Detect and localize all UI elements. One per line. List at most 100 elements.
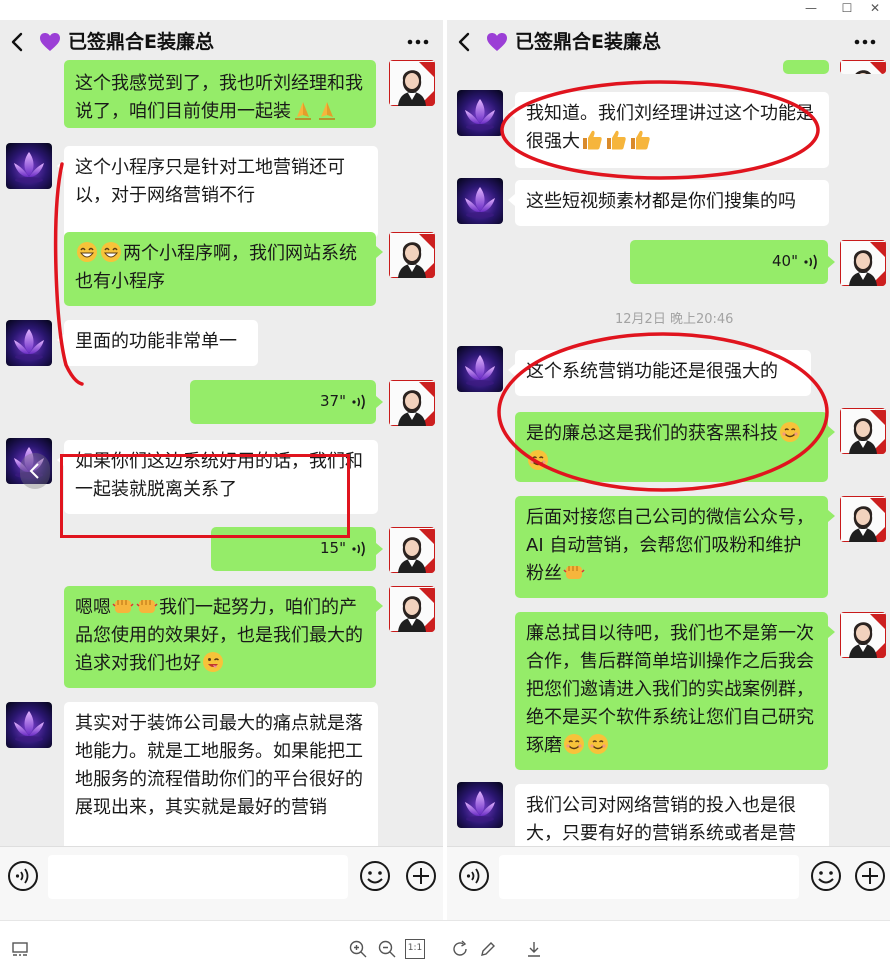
avatar-self[interactable] bbox=[840, 612, 886, 658]
thumbs-up-emoji-icon bbox=[583, 130, 602, 150]
emoji-icon[interactable] bbox=[358, 859, 392, 893]
message-text: 如果你们这边系统好用的话，我们和一起装就脱离关系了 bbox=[75, 451, 363, 500]
smile-emoji-icon bbox=[779, 421, 801, 443]
message-bubble-incoming: 如果你们这边系统好用的话，我们和一起装就脱离关系了 bbox=[57, 440, 378, 514]
message-bubble-outgoing: 这个我感觉到了，我也听刘经理和我说了，咱们目前使用一起装 bbox=[64, 60, 376, 128]
avatar-self[interactable] bbox=[840, 240, 886, 286]
more-icon[interactable] bbox=[407, 32, 429, 52]
thumbnail-icon[interactable] bbox=[10, 939, 30, 959]
avatar-self[interactable] bbox=[389, 527, 435, 573]
message-text: 是的廉总这是我们的获客黑科技 bbox=[526, 423, 778, 444]
window-title-bar: — ☐ ✕ bbox=[0, 0, 890, 20]
avatar-contact[interactable] bbox=[6, 320, 52, 366]
maximize-button[interactable]: ☐ bbox=[832, 0, 862, 18]
voice-wave-icon bbox=[352, 541, 365, 557]
pray-emoji-icon bbox=[318, 101, 336, 120]
message-text: 这些短视频素材都是你们搜集的吗 bbox=[526, 191, 796, 212]
grin-emoji-icon bbox=[100, 241, 122, 263]
chat-title: 已签鼎合E装廉总 bbox=[68, 31, 214, 53]
edit-icon[interactable] bbox=[478, 939, 498, 959]
message-text: 这个系统营销功能还是很强大的 bbox=[526, 361, 778, 382]
image-viewer-toolbar: 1:1 bbox=[0, 920, 890, 971]
message-bubble-outgoing: 两个小程序啊，我们网站系统也有小程序 bbox=[64, 232, 383, 306]
message-text: 这个小程序只是针对工地营销还可以，对于网络营销不行 bbox=[75, 157, 345, 206]
fist-emoji-icon bbox=[112, 599, 134, 614]
voice-input-icon[interactable] bbox=[6, 859, 40, 893]
avatar-contact[interactable] bbox=[6, 143, 52, 189]
smile-emoji-icon bbox=[587, 733, 609, 755]
minimize-button[interactable]: — bbox=[796, 0, 826, 18]
message-input[interactable] bbox=[48, 855, 348, 899]
message-bubble-outgoing: 是的廉总这是我们的获客黑科技 bbox=[515, 412, 835, 482]
emoji-icon[interactable] bbox=[809, 859, 843, 893]
actual-size-button[interactable]: 1:1 bbox=[405, 939, 425, 959]
voice-duration: 15" bbox=[320, 539, 346, 557]
message-text: 我们公司对网络营销的投入也是很大，只要有好的营销系统或者是营 bbox=[526, 795, 796, 844]
zoom-in-icon[interactable] bbox=[348, 939, 368, 959]
voice-message[interactable]: 37" bbox=[190, 380, 383, 424]
rotate-icon[interactable] bbox=[450, 939, 470, 959]
message-bubble-outgoing bbox=[783, 60, 829, 74]
message-text: 其实对于装饰公司最大的痛点就是落地能力。就是工地服务。如果能把工地服务的流程借助… bbox=[75, 713, 363, 818]
avatar-self[interactable] bbox=[389, 380, 435, 426]
timestamp: 12月2日 晚上20:46 bbox=[615, 312, 734, 327]
message-text: 嗯嗯 bbox=[75, 597, 111, 618]
thumbs-up-emoji-icon bbox=[631, 130, 650, 150]
message-bubble-incoming: 这个小程序只是针对工地营销还可以，对于网络营销不行 bbox=[57, 146, 378, 238]
chevron-left-icon bbox=[29, 463, 39, 479]
wink-emoji-icon bbox=[202, 651, 224, 673]
plus-icon[interactable] bbox=[853, 859, 887, 893]
fist-emoji-icon bbox=[136, 599, 158, 614]
voice-wave-icon bbox=[352, 394, 365, 410]
avatar-contact[interactable] bbox=[457, 782, 503, 828]
message-bubble-incoming: 这个系统营销功能还是很强大的 bbox=[508, 350, 811, 396]
download-icon[interactable] bbox=[524, 939, 544, 959]
avatar-self[interactable] bbox=[840, 496, 886, 542]
chat-pane-left: 已签鼎合E装廉总 这个我感觉到了，我也听刘经理和我说了，咱们目前使用一起装 这个… bbox=[0, 20, 443, 920]
more-icon[interactable] bbox=[854, 32, 876, 52]
message-bubble-incoming: 里面的功能非常单一 bbox=[57, 320, 258, 366]
voice-input-icon[interactable] bbox=[457, 859, 491, 893]
message-bubble-outgoing: 嗯嗯 我们一起努力，咱们的产品您使用的效果好，也是我们最大的追求对我们也好 bbox=[64, 586, 383, 688]
avatar-self[interactable] bbox=[389, 232, 435, 278]
grin-emoji-icon bbox=[76, 241, 98, 263]
image-viewer-prev-button[interactable] bbox=[20, 453, 50, 489]
zoom-out-icon[interactable] bbox=[377, 939, 397, 959]
chat-title: 已签鼎合E装廉总 bbox=[515, 31, 661, 53]
back-icon[interactable] bbox=[455, 30, 475, 54]
avatar-self[interactable] bbox=[840, 408, 886, 454]
avatar-contact[interactable] bbox=[6, 702, 52, 748]
message-text: 里面的功能非常单一 bbox=[75, 331, 237, 352]
fist-emoji-icon bbox=[563, 565, 585, 580]
message-text: 我知道。我们刘经理讲过这个功能是很强大 bbox=[526, 103, 814, 152]
avatar-contact[interactable] bbox=[457, 178, 503, 224]
avatar-self[interactable] bbox=[389, 60, 435, 106]
back-icon[interactable] bbox=[8, 30, 28, 54]
message-bubble-outgoing: 后面对接您自己公司的微信公众号，AI 自动营销，会帮您们吸粉和维护粉丝 bbox=[515, 496, 835, 598]
pray-emoji-icon bbox=[294, 101, 312, 120]
voice-message[interactable]: 40" bbox=[630, 240, 835, 284]
message-bubble-incoming: 我知道。我们刘经理讲过这个功能是很强大 bbox=[508, 92, 829, 168]
voice-duration: 40" bbox=[772, 252, 798, 270]
thumbs-up-emoji-icon bbox=[607, 130, 626, 150]
voice-wave-icon bbox=[804, 254, 817, 270]
avatar-self[interactable] bbox=[840, 60, 886, 74]
voice-message[interactable]: 15" bbox=[211, 527, 383, 571]
avatar-contact[interactable] bbox=[457, 346, 503, 392]
avatar-contact[interactable] bbox=[457, 90, 503, 136]
actual-size-label: 1:1 bbox=[407, 943, 423, 953]
chat-pane-right: 已签鼎合E装廉总 我知道。我们刘经理讲过这个功能是很强大 这些短视频素材都是你们… bbox=[447, 20, 890, 920]
heart-icon bbox=[487, 33, 507, 51]
message-input-bar bbox=[447, 846, 890, 920]
message-bubble-incoming: 其实对于装饰公司最大的痛点就是落地能力。就是工地服务。如果能把工地服务的流程借助… bbox=[64, 702, 378, 862]
close-button[interactable]: ✕ bbox=[860, 0, 890, 18]
avatar-self[interactable] bbox=[389, 586, 435, 632]
message-input[interactable] bbox=[499, 855, 799, 899]
voice-duration: 37" bbox=[320, 392, 346, 410]
message-bubble-outgoing: 廉总拭目以待吧，我们也不是第一次合作，售后群简单培训操作之后我会把您们邀请进入我… bbox=[515, 612, 835, 770]
smile-emoji-icon bbox=[563, 733, 585, 755]
smile-emoji-icon bbox=[527, 449, 549, 471]
message-bubble-incoming: 这些短视频素材都是你们搜集的吗 bbox=[508, 180, 829, 226]
message-input-bar bbox=[0, 846, 443, 920]
plus-icon[interactable] bbox=[404, 859, 438, 893]
